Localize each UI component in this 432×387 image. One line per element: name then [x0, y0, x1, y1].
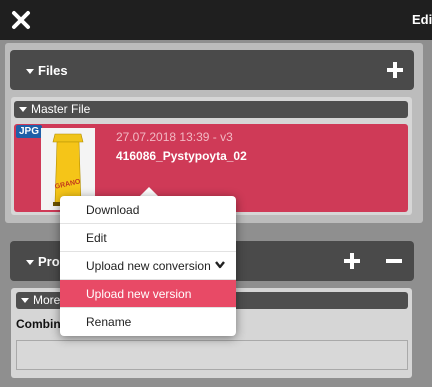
menu-item-edit[interactable]: Edit: [60, 224, 236, 252]
file-date: 27.07.2018 13:39 - v3: [116, 130, 233, 144]
page-title: Edi: [412, 12, 432, 27]
file-type-badge: JPG: [16, 125, 43, 138]
menu-item-label: Upload new conversion: [86, 259, 211, 273]
chevron-down-icon: [215, 261, 225, 269]
menu-item-rename[interactable]: Rename: [60, 308, 236, 336]
file-name: 416086_Pystypoyta_02: [116, 149, 247, 163]
context-menu: Download Edit Upload new conversion Uplo…: [60, 196, 236, 336]
files-title: Files: [26, 63, 68, 78]
menu-item-upload-new-conversion[interactable]: Upload new conversion: [60, 252, 236, 280]
plus-icon[interactable]: [343, 252, 361, 270]
minus-icon[interactable]: [385, 252, 403, 270]
plus-icon[interactable]: [386, 61, 404, 79]
combine-label: Combin: [16, 317, 61, 331]
menu-item-download[interactable]: Download: [60, 196, 236, 224]
files-section-header[interactable]: Files: [10, 50, 414, 90]
combine-field[interactable]: [16, 340, 408, 370]
top-bar: Edi: [0, 0, 432, 40]
menu-item-upload-new-version[interactable]: Upload new version: [60, 280, 236, 308]
master-file-header[interactable]: Master File: [14, 101, 408, 118]
close-icon[interactable]: [10, 9, 32, 31]
